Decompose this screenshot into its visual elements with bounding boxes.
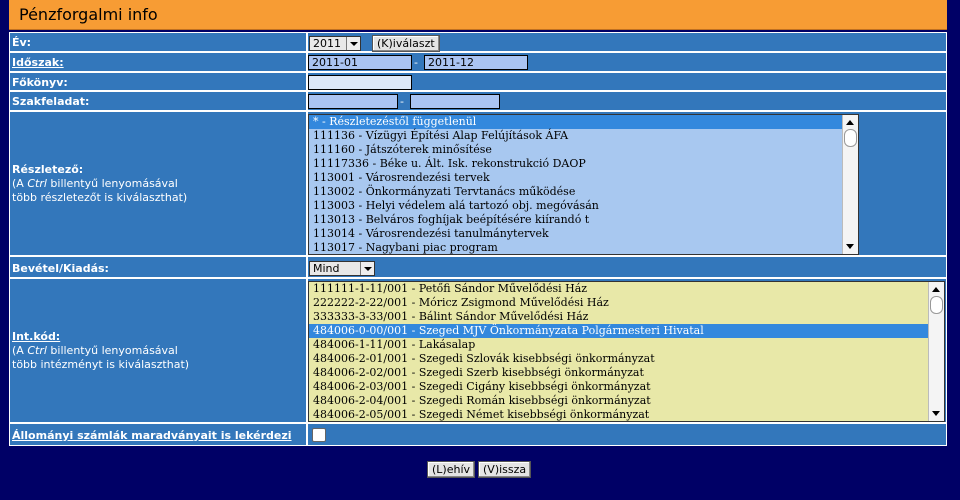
intkod-scrollbar[interactable]: [928, 282, 944, 421]
lehiv-button[interactable]: (L)ehív: [427, 461, 476, 478]
list-item[interactable]: 484006-2-03/001 - Szegedi Cigány kisebbs…: [309, 380, 928, 394]
scroll-up-icon[interactable]: [932, 287, 940, 292]
szakfeladat-separator: -: [400, 95, 404, 108]
row-bevetel: Bevétel/Kiadás: Mind: [9, 256, 947, 278]
list-item[interactable]: 484006-2-04/001 - Szegedi Román kisebbsé…: [309, 394, 928, 408]
reszletezo-items: * - Részletezéstől függetlenül 111136 - V…: [309, 115, 842, 254]
list-item[interactable]: 484006-2-05/001 - Szegedi Német kisebbsé…: [309, 408, 928, 421]
reszletezo-hint2: több részletezőt is kiválaszthat): [12, 191, 188, 204]
row-fokonyv: Főkönyv:: [9, 72, 947, 91]
period-from-input[interactable]: 2011-01: [308, 55, 412, 70]
row-szakfeladat: Szakfeladat: -: [9, 91, 947, 111]
allomanyi-label: Állományi számlák maradványait is lekérd…: [12, 429, 292, 442]
intkod-hint2: több intézményt is kiválaszthat): [12, 358, 190, 371]
row-reszletezo: Részletező: (A Ctrl billentyű lenyomásáv…: [9, 111, 947, 256]
list-item[interactable]: * - Részletezéstől függetlenül: [309, 115, 842, 129]
scroll-thumb[interactable]: [930, 296, 943, 314]
list-item[interactable]: 222222-2-22/001 - Móricz Zsigmond Művelő…: [309, 296, 928, 310]
list-item[interactable]: 11117336 - Béke u. Ált. Isk. rekonstrukc…: [309, 157, 842, 171]
list-item[interactable]: 484006-2-01/001 - Szegedi Szlovák kisebb…: [309, 352, 928, 366]
fokonyv-input[interactable]: [308, 75, 412, 90]
bevetel-label: Bevétel/Kiadás:: [12, 262, 109, 275]
ev-label: Év:: [12, 36, 32, 49]
chevron-down-icon: [346, 37, 360, 50]
row-intkod: Int.kód: (A Ctrl billentyű lenyomásával …: [9, 278, 947, 423]
scroll-up-icon[interactable]: [846, 120, 854, 125]
list-item[interactable]: 111160 - Játszóterek minősítése: [309, 143, 842, 157]
title-bar: Pénzforgalmi info: [9, 0, 947, 30]
intkod-listbox[interactable]: 111111-1-11/001 - Petőfi Sándor Művelődé…: [308, 281, 945, 422]
list-item[interactable]: 113013 - Belváros foghíjak beépítésére k…: [309, 213, 842, 227]
list-item[interactable]: 111111-1-11/001 - Petőfi Sándor Művelődé…: [309, 282, 928, 296]
page-title: Pénzforgalmi info: [19, 5, 158, 24]
filter-form: Év: 2011 (K)iválaszt Időszak: 2011-01 - …: [9, 32, 947, 446]
row-ev: Év: 2011 (K)iválaszt: [9, 32, 947, 52]
list-item[interactable]: 113002 - Önkormányzati Tervtanács működé…: [309, 185, 842, 199]
intkod-items: 111111-1-11/001 - Petőfi Sándor Művelődé…: [309, 282, 928, 421]
szakfeladat-to-input[interactable]: [410, 94, 500, 109]
list-item[interactable]: 333333-3-33/001 - Bálint Sándor Művelődé…: [309, 310, 928, 324]
kivalaszt-button[interactable]: (K)iválaszt: [372, 35, 440, 52]
idoszak-label: Időszak:: [12, 56, 64, 69]
fokonyv-label: Főkönyv:: [12, 76, 68, 89]
list-item[interactable]: 484006-2-02/001 - Szegedi Szerb kisebbsé…: [309, 366, 928, 380]
row-allomanyi: Állományi számlák maradványait is lekérd…: [9, 423, 947, 446]
list-item[interactable]: 484006-0-00/001 - Szeged MJV Önkormányza…: [309, 324, 928, 338]
period-separator: -: [414, 56, 418, 69]
list-item[interactable]: 111136 - Vízügyi Építési Alap Felújításo…: [309, 129, 842, 143]
szakfeladat-from-input[interactable]: [308, 94, 398, 109]
reszletezo-listbox[interactable]: * - Részletezéstől függetlenül 111136 - V…: [308, 114, 859, 255]
szakfeladat-label: Szakfeladat:: [12, 95, 90, 108]
allomanyi-checkbox[interactable]: [312, 428, 326, 442]
list-item[interactable]: 113001 - Városrendezési tervek: [309, 171, 842, 185]
scroll-down-icon[interactable]: [846, 244, 854, 249]
period-to-input[interactable]: 2011-12: [424, 55, 528, 70]
list-item[interactable]: 484006-1-11/001 - Lakásalap: [309, 338, 928, 352]
reszletezo-hint: (A Ctrl billentyű lenyomásával: [12, 177, 178, 190]
intkod-hint: (A Ctrl billentyű lenyomásával: [12, 344, 178, 357]
list-item[interactable]: 113014 - Városrendezési tanulmánytervek: [309, 227, 842, 241]
list-item[interactable]: 113003 - Helyi védelem alá tartozó obj. …: [309, 199, 842, 213]
year-select[interactable]: 2011: [309, 36, 361, 51]
intkod-label: Int.kód:: [12, 330, 61, 343]
row-idoszak: Időszak: 2011-01 - 2011-12: [9, 52, 947, 72]
scroll-thumb[interactable]: [844, 129, 857, 147]
chevron-down-icon: [360, 262, 374, 275]
list-item[interactable]: 113017 - Nagybani piac program: [309, 241, 842, 254]
scroll-down-icon[interactable]: [932, 411, 940, 416]
reszletezo-scrollbar[interactable]: [842, 115, 858, 254]
bevetel-select[interactable]: Mind: [309, 261, 375, 276]
vissza-button[interactable]: (V)issza: [478, 461, 532, 478]
reszletezo-label: Részletező:: [12, 163, 84, 176]
